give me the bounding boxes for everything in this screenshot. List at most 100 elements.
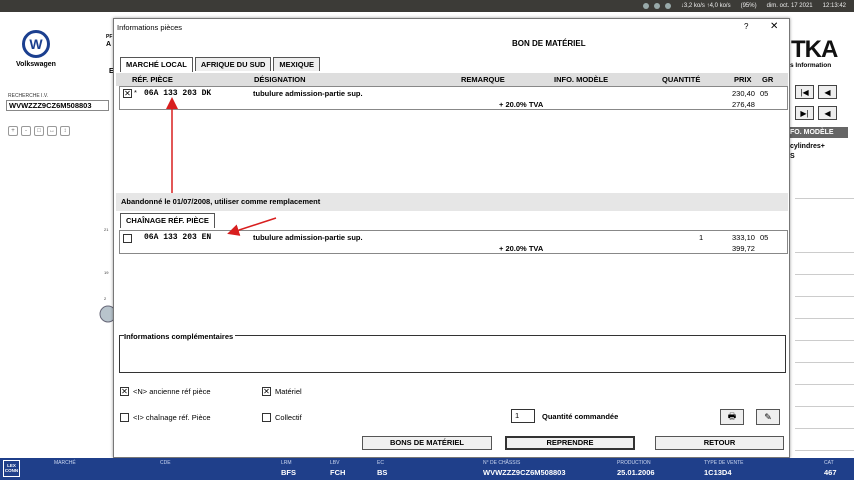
col-designation: DÉSIGNATION [254, 75, 306, 84]
status-field-production: PRODUCTION 25.01.2006 [617, 460, 655, 477]
option-materiel[interactable]: ✕ Matériel [262, 387, 302, 396]
status-label: PRODUCTION [617, 460, 651, 466]
status-field-lbv: LBV FCH [330, 460, 345, 477]
option-collectif[interactable]: Collectif [262, 413, 302, 422]
tab-afrique-du-sud[interactable]: AFRIQUE DU SUD [194, 57, 272, 71]
tray-icon[interactable] [664, 3, 671, 9]
part-price: 230,40 [732, 89, 755, 98]
background-left-panel [0, 12, 114, 458]
status-field-chassis: N° DE CHÂSSIS WVWZZZ9CZ6M508803 [483, 460, 566, 477]
additional-info-label: Informations complémentaires [124, 332, 236, 341]
tab-chainage-ref[interactable]: CHAÎNAGE RÉF. PIÈCE [120, 213, 215, 228]
status-value: 25.01.2006 [617, 468, 655, 477]
zoom-out-icon[interactable]: - [21, 126, 31, 136]
retour-button[interactable]: RETOUR [655, 436, 784, 450]
checkbox[interactable]: ✕ [262, 387, 271, 396]
tab-marche-local[interactable]: MARCHÉ LOCAL [120, 57, 193, 72]
price-ttc: 399,72 [732, 244, 755, 253]
table-row[interactable]: ✕ * 06A 133 203 DK tubulure admission-pa… [119, 86, 788, 110]
part-group: 05 [760, 233, 769, 242]
zoom-height-icon[interactable]: ↕ [60, 126, 70, 136]
part-designation: tubulure admission-partie sup. [253, 233, 363, 242]
status-value: 1C13D4 [704, 468, 732, 477]
status-value: FCH [330, 468, 346, 477]
option-label: Collectif [275, 413, 302, 422]
prev-page-button[interactable]: ◀ [818, 85, 837, 99]
close-icon[interactable]: ✕ [770, 21, 778, 32]
option-chainage[interactable]: <I> chaînage réf. Pièce [120, 413, 211, 422]
status-value: WVWZZZ9CZ6M508803 [483, 468, 566, 477]
option-ancienne-ref[interactable]: ✕ <N> ancienne réf pièce [120, 387, 211, 396]
order-quantity-input[interactable]: 1 [511, 409, 535, 423]
os-top-bar: ↓3,2 ko/s ↑4,0 ko/s (95%) dim. oct. 17 2… [0, 0, 854, 12]
checkbox[interactable] [120, 413, 129, 422]
lexcom-logo: LEX CONN [3, 460, 20, 477]
checkbox[interactable] [262, 413, 271, 422]
battery-level: (95%) [740, 3, 757, 9]
zoom-width-icon[interactable]: ↔ [47, 126, 57, 136]
market-tabs: MARCHÉ LOCAL AFRIQUE DU SUD MEXIQUE [120, 57, 321, 72]
tray-icon[interactable] [653, 3, 660, 9]
part-price: 333,10 [732, 233, 755, 242]
bon-materiel-title: BON DE MATÉRIEL [512, 39, 586, 48]
status-field-lrm: LRM BFS [281, 460, 296, 477]
reprendre-button[interactable]: REPRENDRE [505, 436, 635, 450]
system-tray [642, 3, 671, 9]
row-checkbox[interactable]: ✕ [123, 89, 132, 98]
col-remarque: REMARQUE [461, 75, 505, 84]
part-number: 06A 133 203 EN [144, 233, 212, 242]
tab-mexique[interactable]: MEXIQUE [273, 57, 321, 71]
price-ttc: 276,48 [732, 100, 755, 109]
next-page-button[interactable]: ▶| [795, 106, 814, 120]
col-prix: PRIX [734, 75, 752, 84]
part-quantity: 1 [699, 233, 704, 242]
brand-name: Volkswagen [16, 61, 56, 68]
edit-icon[interactable]: ✎ [756, 409, 780, 425]
diagram-number: 19 [104, 270, 109, 275]
tva-label: + 20.0% TVA [499, 244, 544, 253]
tray-icon[interactable] [642, 3, 649, 9]
part-group: 05 [760, 89, 769, 98]
zoom-fit-icon[interactable]: □ [34, 126, 44, 136]
diagram-fragment [99, 305, 114, 323]
col-ref-piece: RÉF. PIÈCE [132, 75, 173, 84]
status-field-ec: EC BS [377, 460, 387, 477]
option-label: <N> ancienne réf pièce [133, 387, 211, 396]
first-page-button[interactable]: |◀ [795, 85, 814, 99]
status-label: CAT [824, 460, 834, 466]
etka-subtitle: s Information [790, 62, 832, 69]
table-row[interactable]: 06A 133 203 EN tubulure admission-partie… [119, 230, 788, 254]
old-part-marker: * [134, 88, 137, 97]
checkbox[interactable]: ✕ [120, 387, 129, 396]
vin-search-input[interactable]: WVWZZZ9CZ6M508803 [6, 100, 109, 111]
help-icon[interactable]: ? [744, 22, 748, 31]
vw-logo-icon: W [22, 30, 50, 58]
dialog-title: Informations pièces [117, 23, 183, 32]
part-number: 06A 133 203 DK [144, 89, 212, 98]
status-field-cde: CDE [160, 460, 171, 468]
network-speed: ↓3,2 ko/s ↑4,0 ko/s [680, 3, 731, 9]
bons-materiel-button[interactable]: BONS DE MATÉRIEL [362, 436, 492, 450]
replacement-note: Abandonné le 01/07/2008, utiliser comme … [121, 197, 321, 206]
bg-text-fragment: PF [106, 34, 113, 40]
option-label: <I> chaînage réf. Pièce [133, 413, 211, 422]
status-label: MARCHÉ [54, 460, 76, 466]
zoom-toolbar: + - □ ↔ ↕ [8, 126, 70, 136]
print-icon[interactable]: 🖶 [720, 409, 744, 425]
search-label: RECHERCHE I.V. [8, 93, 49, 99]
status-label: CDE [160, 460, 171, 466]
status-label: LRM [281, 460, 292, 466]
etka-logo: TKA [791, 36, 838, 63]
zoom-in-icon[interactable]: + [8, 126, 18, 136]
diagram-number: 21 [104, 227, 109, 232]
back-page-button[interactable]: ◀ [818, 106, 837, 120]
status-field-cat: CAT 467 [824, 460, 837, 477]
model-info-text: cylindres+ [790, 143, 825, 150]
clock: 12:13:42 [822, 3, 846, 9]
status-value: BS [377, 468, 388, 477]
status-label: LBV [330, 460, 340, 466]
status-label: EC [377, 460, 384, 466]
status-bar: LEX CONN MARCHÉ CDE LRM BFS LBV FCH EC B… [0, 458, 854, 480]
col-quantite: QUANTITÉ [662, 75, 701, 84]
row-checkbox[interactable] [123, 234, 132, 243]
